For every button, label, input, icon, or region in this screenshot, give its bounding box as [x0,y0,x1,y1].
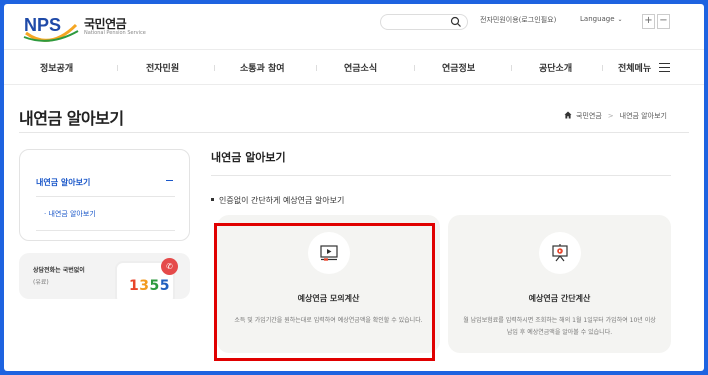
language-selector[interactable]: Language ⌄ [580,15,623,23]
nav-item-e-civil[interactable]: 전자민원 [146,61,179,74]
phone-digit: 3 [139,278,150,294]
phone-digit: 5 [159,278,170,294]
nav-separator [214,65,215,71]
divider [36,196,175,197]
language-label: Language [580,15,615,23]
breadcrumb-current: 내연금 알아보기 [619,112,667,120]
phone-digit: 1 [129,278,140,294]
zoom-out-button[interactable]: − [657,14,670,29]
chevron-right-icon: > [607,112,614,120]
zoom-in-button[interactable]: + [642,14,655,29]
nps-logo[interactable]: NPS 국민연금 National Pension Service [20,11,146,45]
bullet-icon [211,198,214,201]
top-bar: NPS 국민연금 National Pension Service 전자민원이용… [4,4,704,50]
divider [211,175,671,176]
call-center-title: 상담전화는 국번없이 [33,267,85,274]
phone-call-icon: ✆ [161,258,178,275]
logo-english: National Pension Service [84,30,146,36]
phone-digit: 5 [149,278,160,294]
card-icon-circle [539,232,581,274]
nav-item-pension-info[interactable]: 연금정보 [442,61,475,74]
hamburger-menu-icon[interactable] [659,63,670,72]
divider [36,230,175,231]
breadcrumb-item[interactable]: 국민연금 [576,112,602,120]
sidebar-menu: 내연금 알아보기 · 내연금 알아보기 [19,149,190,241]
call-center-note: (유료) [33,279,49,286]
nav-item-communication[interactable]: 소통과 참여 [240,61,285,74]
nav-item-full-menu[interactable]: 전체메뉴 [618,61,651,74]
card-description: 월 납입보험료를 입력하시면 조회하는 해의 1월 1일부터 가입하여 10년 … [463,317,656,336]
presentation-play-icon [552,244,568,262]
card-title: 예상연금 간단계산 [528,294,591,303]
nav-separator [316,65,317,71]
nps-logo-mark: NPS [23,15,79,42]
nav-item-pension-news[interactable]: 연금소식 [344,61,377,74]
intro-text: 인증없이 간단하게 예상연금 알아보기 [211,195,344,206]
nav-item-info-disclosure[interactable]: 정보공개 [40,61,73,74]
e-civil-login-link[interactable]: 전자민원이용(로그인필요) [480,15,556,25]
page-title: 내연금 알아보기 [19,109,124,128]
page-frame: NPS 국민연금 National Pension Service 전자민원이용… [4,4,704,371]
search-icon[interactable] [450,16,462,28]
chevron-down-icon: ⌄ [617,16,623,23]
nav-separator [117,65,118,71]
collapse-minus-icon[interactable] [166,180,173,181]
sidebar-subitem-my-pension[interactable]: · 내연금 알아보기 [44,209,96,219]
breadcrumb: 국민연금 > 내연금 알아보기 [564,111,667,121]
home-icon[interactable] [564,111,572,119]
search-input[interactable] [380,14,468,30]
nav-item-about[interactable]: 공단소개 [539,61,572,74]
nav-separator [602,65,603,71]
nav-separator [414,65,415,71]
main-nav: 정보공개 전자민원 소통과 참여 연금소식 연금정보 공단소개 전체메뉴 [4,51,704,85]
nav-separator [511,65,512,71]
simple-calc-card[interactable]: 예상연금 간단계산 월 납입보험료를 입력하시면 조회하는 해의 1월 1일부터… [448,215,671,353]
call-center-number: 1355 [129,278,170,294]
selection-highlight-box [214,223,435,361]
divider [19,132,689,133]
svg-text:NPS: NPS [24,15,61,35]
section-heading: 내연금 알아보기 [211,151,286,164]
intro-label: 인증없이 간단하게 예상연금 알아보기 [219,196,345,205]
sidebar-item-my-pension[interactable]: 내연금 알아보기 [36,177,90,188]
